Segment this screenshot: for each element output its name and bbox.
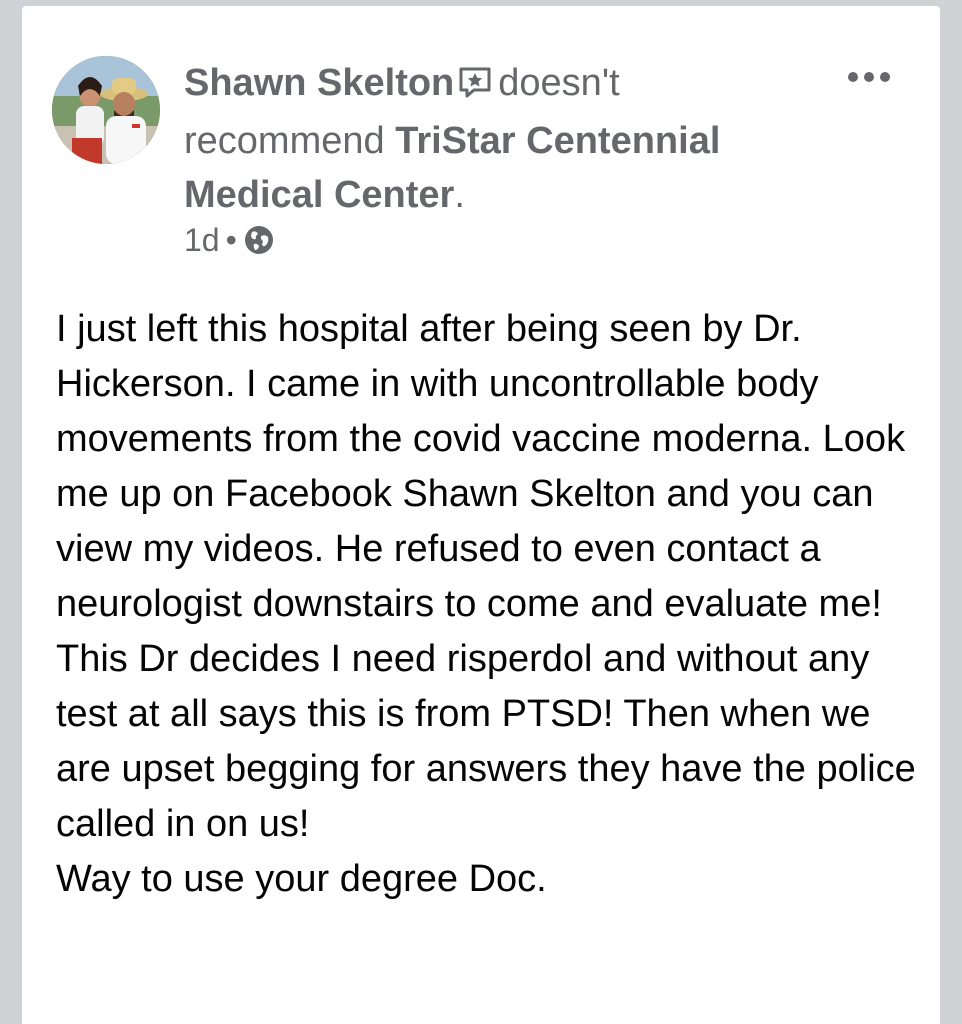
review-post-card: Shawn Skelton doesn't recommend TriStar C… [22,6,940,1024]
post-meta: 1d • [184,218,275,262]
globe-icon[interactable] [243,224,275,256]
post-header: Shawn Skelton doesn't recommend TriStar C… [184,56,804,222]
more-options-button[interactable] [844,62,894,92]
trailing-period: . [454,174,465,216]
review-body-text: I just left this hospital after being se… [56,308,916,900]
review-badge-icon [458,60,492,114]
author-avatar[interactable] [52,56,160,164]
more-options-icon [848,72,890,82]
meta-separator: • [225,222,237,258]
author-name-link[interactable]: Shawn Skelton [184,62,454,104]
timestamp-link[interactable]: 1d [184,218,220,262]
